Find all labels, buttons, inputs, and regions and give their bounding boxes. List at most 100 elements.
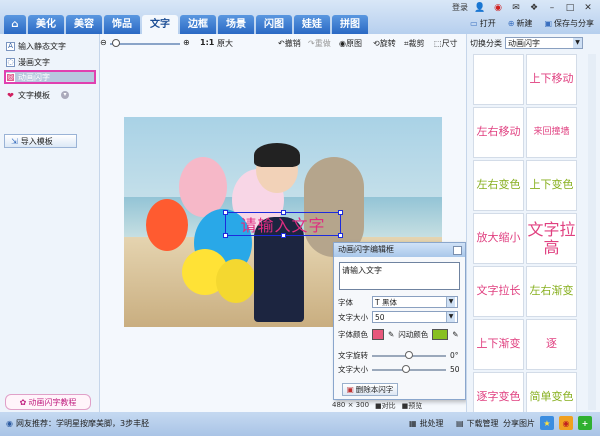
font-color-swatch[interactable] (372, 329, 384, 340)
mail-icon[interactable]: ✉ (510, 2, 522, 13)
template-cell[interactable]: 放大缩小 (473, 213, 524, 264)
sidebar-item-animated-text[interactable]: ◎ 动画闪字 (4, 70, 96, 84)
delete-flash-text-button[interactable]: ▣ 删除本闪字 (342, 383, 398, 396)
dialog-title: 动画闪字编辑框 (338, 245, 394, 254)
template-cell[interactable]: 逐 (526, 319, 577, 370)
resize-handle[interactable] (281, 233, 286, 238)
template-scrollbar[interactable] (588, 54, 596, 410)
size-slider-knob[interactable] (402, 364, 411, 373)
minimize-icon[interactable]: – (546, 2, 558, 13)
zoom-slider[interactable] (110, 43, 180, 45)
preview-toggle[interactable]: ■预览 (402, 401, 423, 411)
zoom-in-icon[interactable]: ⊕ (183, 38, 190, 47)
size2-label: 文字大小 (338, 365, 368, 374)
tutorial-label: 动画闪字教程 (28, 397, 77, 407)
template-cell[interactable]: 左右变色 (473, 160, 524, 211)
star-icon[interactable]: ★ (540, 416, 554, 430)
tab-cosmetic[interactable]: 美容 (66, 15, 102, 34)
child-hair (254, 143, 300, 167)
zoom-ratio[interactable]: 1:1 (200, 38, 214, 47)
tab-doll[interactable]: 娃娃 (294, 15, 330, 34)
template-cell[interactable] (473, 54, 524, 105)
redo-button[interactable]: ↷重做 (308, 38, 331, 49)
rotate-button[interactable]: ⟲旋转 (373, 38, 396, 49)
login-link[interactable]: 登录 (452, 2, 468, 13)
template-cell[interactable]: 上下移动 (526, 54, 577, 105)
text-overlay-box[interactable]: 请输入文字 (223, 210, 343, 238)
template-cell[interactable]: 上下渐变 (473, 319, 524, 370)
original-button[interactable]: ◉原图 (339, 38, 362, 49)
rotate-slider[interactable] (372, 350, 446, 359)
resize-handle[interactable] (223, 233, 228, 238)
template-label: 逐 (546, 337, 557, 351)
close-icon[interactable]: ✕ (582, 2, 594, 13)
undo-button[interactable]: ↶撤销 (278, 38, 301, 49)
image-status: 480 × 300 ■对比 ■预览 (332, 401, 472, 411)
import-template-button[interactable]: ⇲ 导入模板 (4, 134, 77, 148)
skin-icon[interactable]: ❖ (528, 2, 540, 13)
original-size-button[interactable]: 原大 (217, 38, 233, 49)
eyedropper-icon[interactable]: ✎ (452, 330, 458, 339)
dialog-text-input[interactable]: 请输入文字 (339, 262, 460, 290)
size-select[interactable]: 50 ▼ (372, 311, 458, 323)
save-share-button[interactable]: ▣ 保存与分享 (544, 18, 594, 29)
circle-icon: ◉ (339, 39, 346, 48)
sidebar-item-label: 文字模板 (18, 90, 50, 100)
size-label: 尺寸 (441, 39, 458, 48)
share-button[interactable]: 分享图片 (503, 418, 535, 429)
tab-text[interactable]: 文字 (142, 15, 178, 34)
font-type-icon: T (375, 297, 380, 307)
rotate-slider-knob[interactable] (405, 350, 413, 359)
dialog-close-button[interactable] (453, 246, 462, 255)
redo-icon: ↷ (308, 39, 315, 48)
batch-button[interactable]: ▦ 批处理 (409, 418, 444, 429)
sidebar-item-comic-text[interactable]: ◌ 漫画文字 (6, 56, 50, 68)
chevron-down-icon[interactable]: ▾ (61, 91, 69, 99)
new-button[interactable]: ⊕ 新建 (508, 18, 533, 29)
template-cell[interactable]: 文字拉长 (473, 266, 524, 317)
eyedropper-icon[interactable]: ✎ (388, 330, 394, 339)
template-cell[interactable]: 上下变色 (526, 160, 577, 211)
speech-bubble-icon: ◌ (6, 57, 15, 67)
add-icon[interactable]: + (578, 416, 592, 430)
flash-color-swatch[interactable] (432, 329, 449, 340)
open-button[interactable]: ▭ 打开 (470, 18, 496, 29)
template-cell[interactable]: 左右渐变 (526, 266, 577, 317)
template-label: 左右变色 (476, 178, 521, 192)
sidebar-item-static-text[interactable]: A 输入静态文字 (6, 40, 66, 52)
compare-toggle[interactable]: ■对比 (375, 401, 396, 411)
template-cell[interactable]: 来回撞墙 (526, 107, 577, 158)
main-tabs: ⌂ 美化 美容 饰品 文字 边框 场景 闪图 娃娃 拼图 (4, 15, 368, 34)
tab-collage[interactable]: 拼图 (332, 15, 368, 34)
category-select[interactable]: 动画闪字 ▼ (505, 37, 583, 49)
user-icon[interactable]: 👤 (474, 2, 486, 13)
crop-button[interactable]: ⌗裁剪 (404, 38, 425, 49)
resize-handle[interactable] (281, 210, 286, 215)
open-label: 打开 (479, 19, 496, 28)
zoom-icon[interactable]: ⊖ (100, 38, 107, 47)
tab-accessories[interactable]: 饰品 (104, 15, 140, 34)
maximize-icon[interactable]: □ (564, 2, 576, 13)
downloads-button[interactable]: ▤ 下载管理 (456, 418, 499, 429)
flash-color-label: 闪动颜色 (398, 330, 429, 339)
resize-handle[interactable] (338, 210, 343, 215)
tab-border[interactable]: 边框 (180, 15, 216, 34)
template-cell[interactable]: 文字拉高 (526, 213, 577, 264)
dialog-title-bar: 动画闪字编辑框 (334, 243, 465, 257)
tab-beautify[interactable]: 美化 (28, 15, 64, 34)
resize-handle[interactable] (223, 210, 228, 215)
size-button[interactable]: ⬚尺寸 (434, 38, 458, 49)
tab-scene[interactable]: 场景 (218, 15, 254, 34)
resize-handle[interactable] (338, 233, 343, 238)
tip-link[interactable]: ◉ 网友推荐：学明星按摩美脚，3步丰胫 (6, 418, 149, 429)
font-select[interactable]: T 黑体 ▼ (372, 296, 458, 308)
weibo-share-icon[interactable]: ◉ (559, 416, 573, 430)
sidebar-item-text-template[interactable]: ❤ 文字模板 ▾ (6, 89, 69, 101)
tutorial-button[interactable]: ✿ 动画闪字教程 (5, 394, 91, 410)
template-cell[interactable]: 左右移动 (473, 107, 524, 158)
zoom-knob[interactable] (112, 39, 120, 47)
weibo-icon[interactable]: ◉ (492, 2, 504, 13)
home-tab[interactable]: ⌂ (4, 15, 26, 34)
tab-flash[interactable]: 闪图 (256, 15, 292, 34)
size-slider[interactable] (372, 364, 446, 373)
